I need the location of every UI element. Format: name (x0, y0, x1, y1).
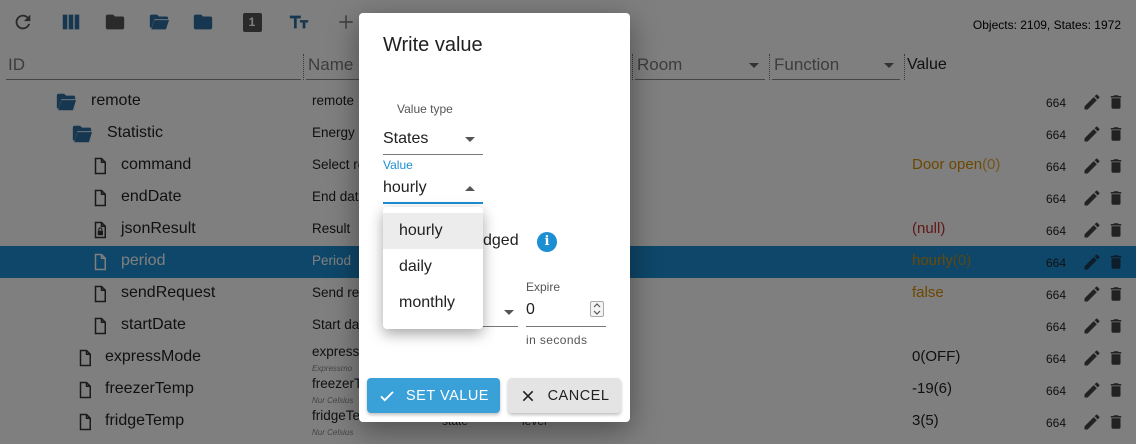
value-dropdown-menu: hourly daily monthly (383, 207, 483, 329)
expire-helper: in seconds (526, 333, 588, 347)
info-icon[interactable]: i (537, 232, 557, 252)
option-hourly[interactable]: hourly (383, 213, 483, 249)
chevron-down-icon (504, 310, 514, 315)
expire-label: Expire (526, 280, 561, 294)
dialog-title: Write value (383, 34, 483, 56)
cancel-label: CANCEL (547, 387, 610, 404)
chevron-down-icon (465, 137, 475, 142)
expire-input[interactable]: 0 (526, 298, 606, 327)
value-type-value: States (383, 130, 429, 147)
check-icon (380, 390, 394, 401)
set-value-button[interactable]: SET VALUE (367, 378, 500, 413)
cancel-button[interactable]: CANCEL (508, 378, 621, 413)
ack-select[interactable] (483, 300, 518, 327)
value-type-select[interactable]: States (383, 127, 483, 155)
close-icon (522, 390, 533, 401)
stepper-icon[interactable] (590, 301, 604, 317)
set-value-label: SET VALUE (406, 387, 489, 404)
value-type-label: Value type (397, 102, 453, 116)
value-label: Value (383, 158, 413, 172)
chevron-up-icon (465, 186, 475, 191)
option-monthly[interactable]: monthly (383, 285, 483, 321)
value-select[interactable]: hourly (383, 176, 483, 204)
option-daily[interactable]: daily (383, 249, 483, 285)
ack-label: dged (483, 232, 519, 249)
value-current: hourly (383, 179, 427, 196)
expire-value: 0 (526, 301, 535, 318)
